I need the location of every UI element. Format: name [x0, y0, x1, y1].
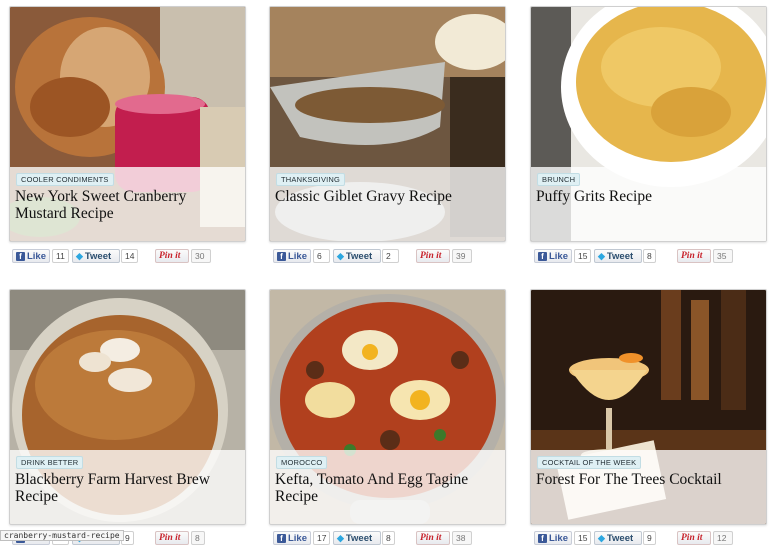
card-caption-overlay: Cooler Condiments New York Sweet Cranber… — [10, 167, 245, 241]
tweet-count: 14 — [121, 249, 138, 263]
pin-it-button[interactable]: Pin it — [155, 249, 189, 263]
recipe-title[interactable]: Puffy Grits Recipe — [536, 188, 760, 205]
facebook-like-button[interactable]: fLike — [534, 531, 572, 545]
tweet-count: 8 — [643, 249, 656, 263]
recipe-card[interactable]: Morocco Kefta, Tomato And Egg Tagine Rec… — [269, 289, 506, 525]
facebook-like-button[interactable]: fLike — [534, 249, 572, 263]
facebook-icon: f — [538, 251, 547, 261]
tweet-button[interactable]: ◆Tweet — [72, 249, 120, 263]
card-caption-overlay: Cocktail of the Week Forest For The Tree… — [531, 450, 766, 524]
facebook-icon: f — [277, 533, 286, 543]
twitter-bird-icon: ◆ — [598, 532, 605, 543]
status-url-tooltip: cranberry-mustard-recipe — [0, 530, 124, 541]
like-count: 15 — [574, 531, 591, 545]
recipe-title[interactable]: Forest For The Trees Cocktail — [536, 471, 760, 488]
tweet-button[interactable]: ◆Tweet — [333, 249, 381, 263]
tweet-button[interactable]: ◆Tweet — [333, 531, 381, 545]
card-caption-overlay: Brunch Puffy Grits Recipe — [531, 167, 766, 241]
facebook-like-button[interactable]: fLike — [273, 249, 311, 263]
category-tag[interactable]: Thanksgiving — [276, 173, 346, 186]
category-tag[interactable]: Drink Better — [16, 456, 84, 469]
recipe-title[interactable]: Blackberry Farm Harvest Brew Recipe — [15, 471, 239, 505]
twitter-bird-icon: ◆ — [598, 250, 605, 261]
recipe-card[interactable]: Cooler Condiments New York Sweet Cranber… — [9, 6, 246, 242]
card-caption-overlay: Morocco Kefta, Tomato And Egg Tagine Rec… — [270, 450, 505, 524]
twitter-bird-icon: ◆ — [76, 250, 83, 261]
card-caption-overlay: Drink Better Blackberry Farm Harvest Bre… — [10, 450, 245, 524]
recipe-card[interactable]: Brunch Puffy Grits Recipe — [530, 6, 767, 242]
like-count: 6 — [313, 249, 330, 263]
category-tag[interactable]: Cocktail of the Week — [537, 456, 642, 469]
pin-count: 12 — [713, 531, 733, 545]
pin-count: 38 — [452, 531, 472, 545]
category-tag[interactable]: Morocco — [276, 456, 328, 469]
like-count: 15 — [574, 249, 591, 263]
recipe-title[interactable]: Kefta, Tomato And Egg Tagine Recipe — [275, 471, 499, 505]
facebook-like-button[interactable]: fLike — [12, 249, 50, 263]
recipe-title[interactable]: New York Sweet Cranberry Mustard Recipe — [15, 188, 239, 222]
share-bar: f Like 11 ◆ Tweet 14 Pin it 30 — [12, 249, 212, 265]
twitter-bird-icon: ◆ — [337, 250, 344, 261]
pin-count: 39 — [452, 249, 472, 263]
tweet-button[interactable]: ◆Tweet — [594, 531, 642, 545]
recipe-card[interactable]: Cocktail of the Week Forest For The Tree… — [530, 289, 767, 525]
pin-count: 35 — [713, 249, 733, 263]
share-bar: f Like 15 ◆ Tweet 9 Pin it 12 — [534, 531, 734, 547]
recipe-title[interactable]: Classic Giblet Gravy Recipe — [275, 188, 499, 205]
category-tag[interactable]: Cooler Condiments — [16, 173, 114, 186]
twitter-bird-icon: ◆ — [337, 532, 344, 543]
pin-count: 8 — [191, 531, 205, 545]
tweet-button[interactable]: ◆Tweet — [594, 249, 642, 263]
pin-it-button[interactable]: Pin it — [155, 531, 189, 545]
pin-it-button[interactable]: Pin it — [416, 249, 450, 263]
facebook-icon: f — [538, 533, 547, 543]
facebook-icon: f — [16, 251, 25, 261]
share-bar: f Like 15 ◆ Tweet 8 Pin it 35 — [534, 249, 734, 265]
share-bar: f Like 17 ◆ Tweet 8 Pin it 38 — [273, 531, 473, 547]
pin-count: 30 — [191, 249, 211, 263]
like-count: 17 — [313, 531, 330, 545]
tweet-count: 9 — [643, 531, 656, 545]
facebook-like-button[interactable]: fLike — [273, 531, 311, 545]
category-tag[interactable]: Brunch — [537, 173, 581, 186]
recipe-card[interactable]: Thanksgiving Classic Giblet Gravy Recipe — [269, 6, 506, 242]
recipe-card[interactable]: Drink Better Blackberry Farm Harvest Bre… — [9, 289, 246, 525]
like-count: 11 — [52, 249, 69, 263]
pin-it-button[interactable]: Pin it — [677, 249, 711, 263]
pin-it-button[interactable]: Pin it — [416, 531, 450, 545]
card-caption-overlay: Thanksgiving Classic Giblet Gravy Recipe — [270, 167, 505, 241]
tweet-count: 2 — [382, 249, 399, 263]
facebook-icon: f — [277, 251, 286, 261]
share-bar: f Like 6 ◆ Tweet 2 Pin it 39 — [273, 249, 473, 265]
tweet-count: 8 — [382, 531, 395, 545]
pin-it-button[interactable]: Pin it — [677, 531, 711, 545]
